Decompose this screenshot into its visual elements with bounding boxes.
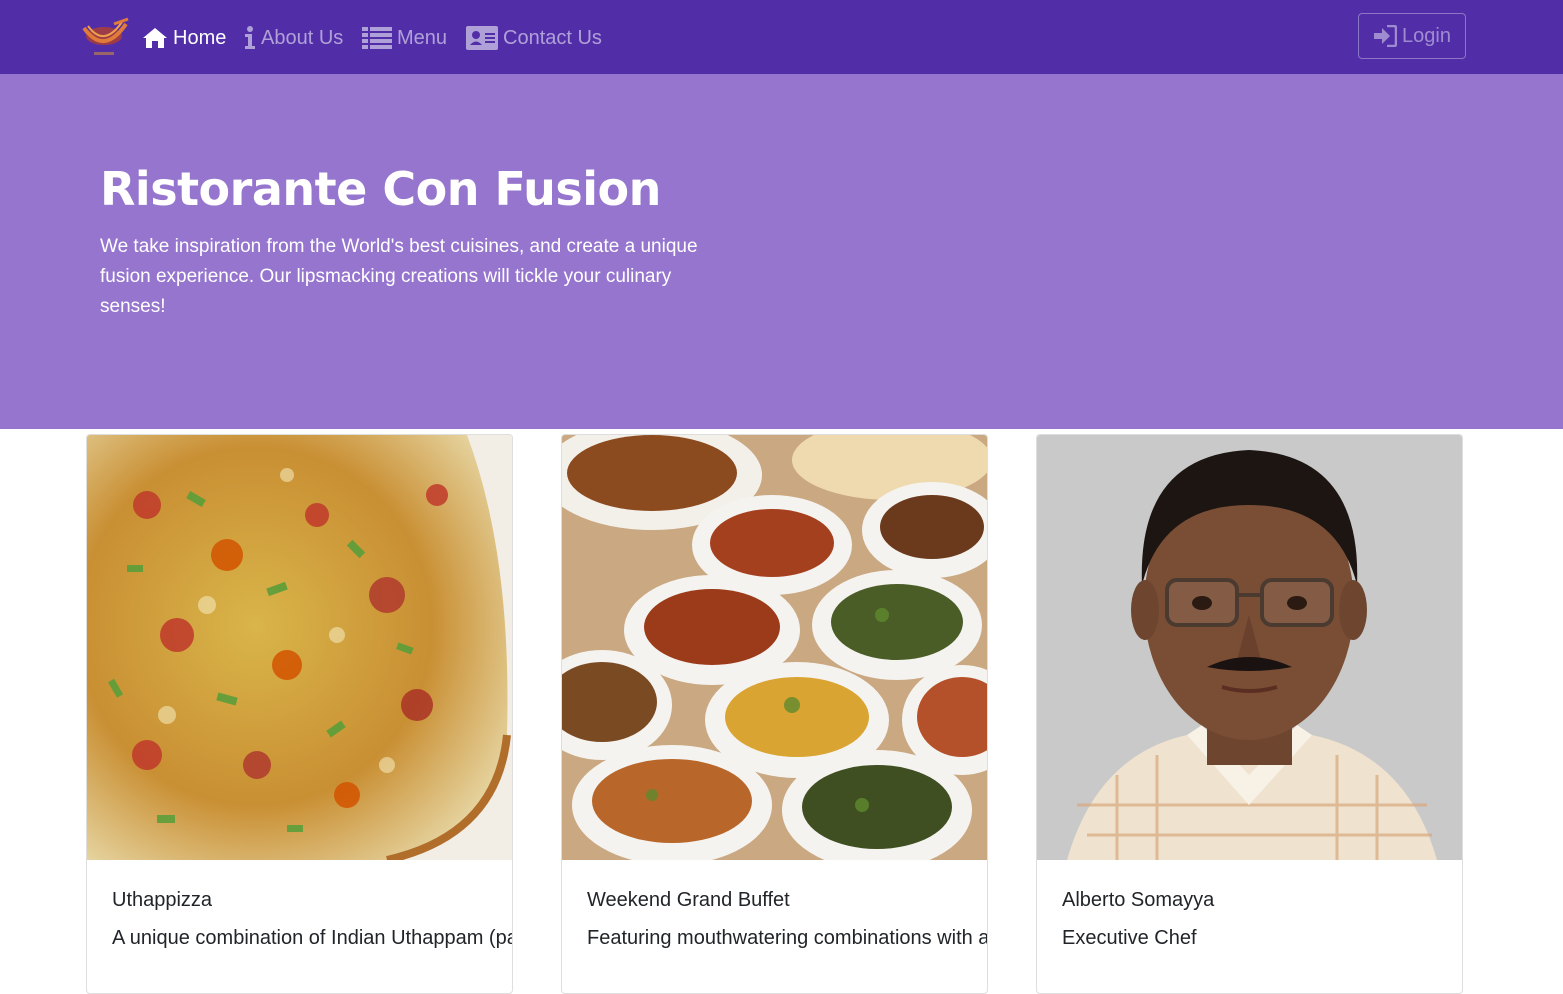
buffet-image bbox=[562, 435, 987, 860]
nav-contact-label: Contact Us bbox=[503, 26, 602, 49]
uthappizza-image bbox=[87, 435, 512, 860]
card-title: Alberto Somayya bbox=[1062, 889, 1215, 911]
nav-about-label: About Us bbox=[261, 26, 344, 49]
featured-dish-card: Uthappizza A unique combination of India… bbox=[86, 434, 513, 994]
card-text: A unique combination of Indian Uthappam … bbox=[112, 927, 512, 949]
featured-leader-card: Alberto Somayya Executive Chef bbox=[1036, 434, 1463, 994]
card-title: Uthappizza bbox=[112, 889, 213, 911]
card-subtitle: Executive Chef bbox=[1062, 927, 1197, 949]
info-icon bbox=[245, 26, 255, 49]
address-card-icon bbox=[466, 26, 498, 50]
navbar: Home About Us Menu Contact Us Login bbox=[0, 0, 1563, 74]
sign-in-icon bbox=[1374, 25, 1398, 47]
list-icon bbox=[362, 27, 392, 49]
nav-item-contact-us[interactable]: Contact Us bbox=[466, 22, 602, 54]
intro-text: We take inspiration from the World's bes… bbox=[100, 236, 698, 317]
restaurant-logo-icon[interactable] bbox=[80, 16, 132, 60]
login-label: Login bbox=[1402, 24, 1451, 47]
nav-item-menu[interactable]: Menu bbox=[362, 22, 447, 54]
nav-item-about-us[interactable]: About Us bbox=[244, 22, 343, 54]
featured-promotion-card: Weekend Grand Buffet Featuring mouthwate… bbox=[561, 434, 988, 994]
jumbotron: Ristorante Con Fusion We take inspiratio… bbox=[0, 74, 1563, 429]
card-title: Weekend Grand Buffet bbox=[587, 889, 790, 911]
nav-item-home[interactable]: Home bbox=[142, 22, 226, 54]
home-icon bbox=[143, 28, 167, 48]
page-title: Ristorante Con Fusion bbox=[100, 162, 661, 216]
card-text: Featuring mouthwatering combinations wit… bbox=[587, 927, 987, 949]
login-button[interactable]: Login bbox=[1358, 13, 1466, 59]
chef-portrait-image bbox=[1037, 435, 1462, 860]
nav-home-label: Home bbox=[173, 26, 227, 49]
nav-menu-label: Menu bbox=[397, 26, 448, 49]
